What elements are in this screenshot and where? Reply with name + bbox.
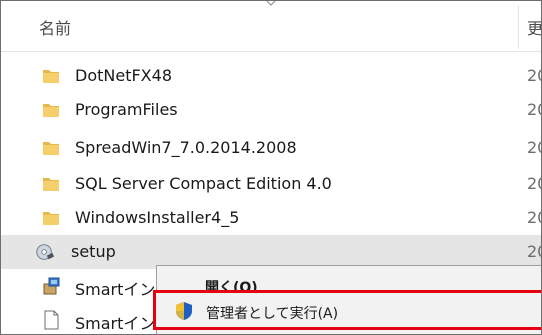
folder-icon bbox=[43, 70, 59, 83]
folder-icon bbox=[43, 212, 59, 225]
file-name: WindowsInstaller4_5 bbox=[75, 208, 240, 227]
context-menu: 開く(O) 管理者として実行(A) bbox=[153, 265, 541, 334]
column-header: 名前 更 bbox=[1, 1, 541, 52]
file-name: SpreadWin7_7.0.2014.2008 bbox=[75, 138, 297, 157]
file-date: 20 bbox=[527, 174, 541, 193]
blank-document-icon bbox=[44, 310, 59, 330]
file-date: 20 bbox=[527, 242, 541, 261]
file-row-spreadwin7[interactable]: SpreadWin7_7.0.2014.2008 20 bbox=[1, 131, 541, 165]
column-separator[interactable] bbox=[518, 5, 519, 49]
uac-shield-icon bbox=[176, 302, 192, 320]
file-explorer-list: 名前 更 DotNetFX48 20 ProgramFiles 20 Sprea… bbox=[0, 0, 542, 335]
file-date: 20 bbox=[527, 100, 541, 119]
file-row-windowsinstaller[interactable]: WindowsInstaller4_5 20 bbox=[1, 201, 541, 235]
file-name: Smartイン bbox=[75, 280, 156, 299]
file-name: DotNetFX48 bbox=[75, 66, 172, 85]
column-date-header[interactable]: 更 bbox=[527, 15, 541, 39]
menu-item-label: 管理者として実行(A) bbox=[206, 306, 339, 322]
file-name: SQL Server Compact Edition 4.0 bbox=[75, 174, 332, 193]
file-date: 20 bbox=[527, 208, 541, 227]
column-name-header[interactable]: 名前 bbox=[39, 15, 71, 39]
folder-icon bbox=[43, 142, 59, 155]
installer-package-icon bbox=[43, 277, 60, 295]
file-row-dotnetfx48[interactable]: DotNetFX48 20 bbox=[1, 59, 541, 93]
folder-icon bbox=[43, 104, 59, 117]
file-date: 20 bbox=[527, 66, 541, 85]
file-name: ProgramFiles bbox=[75, 100, 178, 119]
file-date: 20 bbox=[527, 138, 541, 157]
setup-disc-icon bbox=[36, 244, 55, 260]
file-row-sql-server-compact[interactable]: SQL Server Compact Edition 4.0 20 bbox=[1, 167, 541, 201]
file-row-setup[interactable]: setup 20 bbox=[1, 235, 541, 269]
folder-icon bbox=[43, 178, 59, 191]
file-name: Smartイン bbox=[75, 314, 156, 333]
sort-chevron-icon[interactable] bbox=[263, 0, 279, 7]
file-name: setup bbox=[71, 242, 116, 261]
menu-item-run-as-admin[interactable]: 管理者として実行(A) bbox=[153, 290, 541, 330]
file-row-programfiles[interactable]: ProgramFiles 20 bbox=[1, 93, 541, 127]
